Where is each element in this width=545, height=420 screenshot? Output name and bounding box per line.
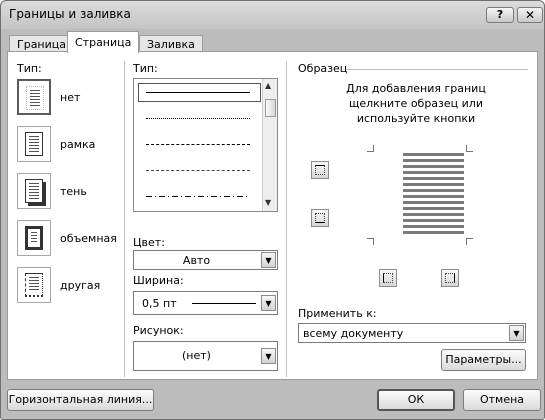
art-label: Рисунок: bbox=[133, 324, 184, 337]
setting-custom-label: другая bbox=[60, 279, 101, 292]
border-right-button[interactable] bbox=[441, 269, 459, 287]
setting-shadow[interactable]: тень bbox=[17, 173, 117, 211]
border-top-button[interactable] bbox=[311, 161, 329, 179]
scroll-thumb[interactable] bbox=[265, 99, 276, 117]
dialog-title: Границы и заливка bbox=[9, 7, 131, 21]
style-header: Тип: bbox=[133, 62, 158, 75]
border-left-button[interactable] bbox=[379, 269, 397, 287]
apply-to-label: Применить к: bbox=[298, 307, 377, 320]
settings-header: Тип: bbox=[17, 62, 42, 75]
tab-borders[interactable]: Граница bbox=[9, 35, 75, 52]
setting-3d-icon bbox=[17, 220, 51, 256]
preview-instruction: Для добавления границ щелкните образец и… bbox=[346, 82, 486, 125]
options-button[interactable]: Параметры... bbox=[441, 349, 526, 371]
scroll-down-icon[interactable]: ▼ bbox=[265, 198, 271, 208]
scroll-up-icon[interactable]: ▲ bbox=[265, 81, 271, 91]
preview-group-line bbox=[346, 69, 528, 70]
preview-header: Образец bbox=[298, 62, 348, 75]
ok-button[interactable]: ОК bbox=[377, 389, 455, 411]
color-value: Авто bbox=[182, 254, 211, 267]
close-button[interactable]: ✕ bbox=[517, 7, 543, 23]
chevron-down-icon[interactable]: ▼ bbox=[261, 348, 276, 364]
borders-shading-dialog: Границы и заливка ? ✕ Граница Страница З… bbox=[0, 0, 545, 420]
line-style-solid[interactable] bbox=[146, 92, 250, 93]
border-middle-icon bbox=[315, 213, 325, 223]
line-style-list[interactable]: ▲ ▼ bbox=[133, 78, 278, 212]
tab-shading[interactable]: Заливка bbox=[139, 35, 203, 52]
art-dropdown[interactable]: (нет) ▼ bbox=[133, 341, 278, 371]
chevron-down-icon[interactable]: ▼ bbox=[509, 325, 524, 341]
line-style-long-dash[interactable] bbox=[146, 170, 250, 171]
width-dropdown[interactable]: 0,5 пт ▼ bbox=[133, 291, 278, 315]
tab-page-border[interactable]: Страница bbox=[67, 31, 140, 53]
corner-mark bbox=[466, 238, 473, 245]
color-label: Цвет: bbox=[133, 236, 165, 249]
setting-shadow-label: тень bbox=[60, 185, 87, 198]
help-button[interactable]: ? bbox=[486, 7, 514, 23]
preview-document[interactable] bbox=[403, 153, 464, 235]
setting-custom[interactable]: другая bbox=[17, 267, 117, 305]
width-label: Ширина: bbox=[133, 274, 184, 287]
apply-to-value: всему документу bbox=[303, 327, 404, 340]
corner-mark bbox=[367, 145, 374, 152]
corner-mark bbox=[367, 238, 374, 245]
line-style-dashed[interactable] bbox=[146, 144, 250, 145]
setting-box-label: рамка bbox=[60, 138, 96, 151]
separator bbox=[286, 61, 287, 377]
art-value: (нет) bbox=[182, 349, 211, 362]
line-style-scrollbar[interactable]: ▲ ▼ bbox=[262, 79, 277, 211]
setting-box[interactable]: рамка bbox=[17, 126, 117, 164]
setting-none[interactable]: нет bbox=[17, 79, 117, 117]
setting-none-label: нет bbox=[60, 91, 81, 104]
border-left-icon bbox=[383, 273, 393, 283]
horizontal-line-button[interactable]: Горизонтальная линия... bbox=[7, 389, 154, 411]
title-bar: Границы и заливка ? ✕ bbox=[1, 1, 544, 29]
setting-none-icon bbox=[17, 79, 51, 115]
setting-custom-icon bbox=[17, 267, 51, 303]
cancel-button[interactable]: Отмена bbox=[463, 389, 541, 411]
separator bbox=[124, 61, 125, 377]
setting-3d[interactable]: объемная bbox=[17, 220, 117, 258]
width-sample-line bbox=[192, 303, 256, 304]
border-right-icon bbox=[445, 273, 455, 283]
setting-3d-label: объемная bbox=[60, 232, 117, 245]
width-value: 0,5 пт bbox=[142, 297, 177, 310]
chevron-down-icon[interactable]: ▼ bbox=[261, 252, 276, 268]
border-bottom-button[interactable] bbox=[311, 209, 329, 227]
corner-mark bbox=[466, 145, 473, 152]
chevron-down-icon[interactable]: ▼ bbox=[261, 295, 276, 311]
color-dropdown[interactable]: Авто ▼ bbox=[133, 250, 278, 270]
line-style-dash-dot[interactable] bbox=[146, 196, 250, 197]
line-style-dotted[interactable] bbox=[146, 118, 250, 119]
setting-shadow-icon bbox=[17, 173, 51, 209]
apply-to-dropdown[interactable]: всему документу ▼ bbox=[298, 323, 526, 343]
border-top-icon bbox=[315, 165, 325, 175]
setting-box-icon bbox=[17, 126, 51, 162]
